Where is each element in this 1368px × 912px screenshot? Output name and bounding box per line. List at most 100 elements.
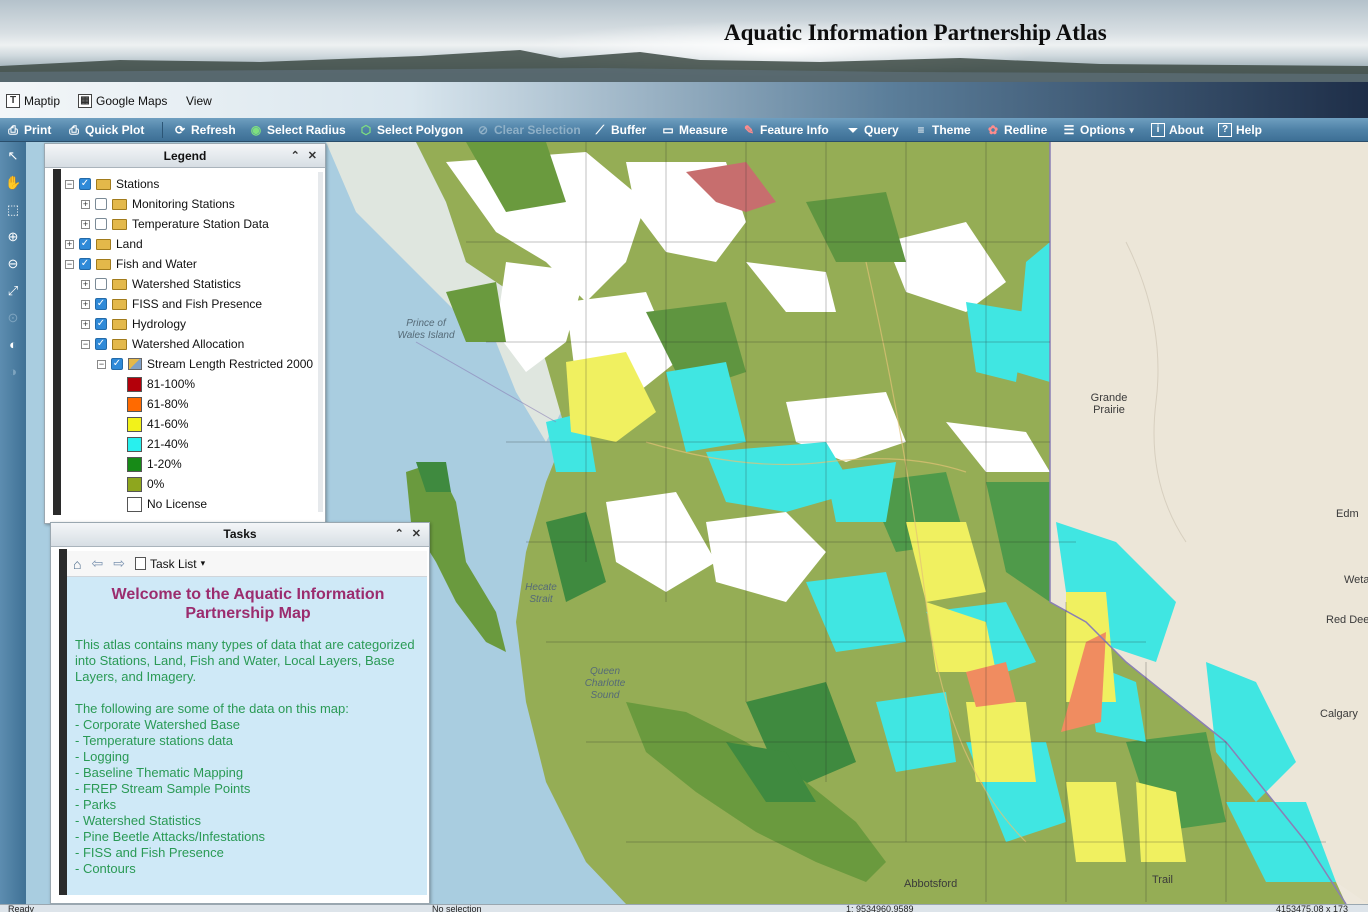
back-arrow-icon[interactable]: ⇦ [91, 555, 103, 572]
menu-view[interactable]: View [186, 91, 212, 111]
collapse-icon[interactable]: ⌃ [291, 144, 300, 168]
legend-label-monitoring-stations: Monitoring Stations [132, 197, 235, 211]
about-label: About [1169, 123, 1204, 137]
menubar: T Maptip ▦ Google Maps View [0, 82, 1368, 118]
buffer-button[interactable]: ⟋ Buffer [593, 121, 647, 139]
checkbox-fish-and-water[interactable]: ✓ [79, 258, 91, 270]
full-extent-icon[interactable]: ⤢ [5, 283, 21, 299]
redline-button[interactable]: ✿ Redline [986, 121, 1047, 139]
collapse-node-icon[interactable]: − [65, 179, 74, 189]
tasks-header[interactable]: Tasks ⌃ ✕ [51, 523, 429, 547]
pointer-tool-icon[interactable]: ↖ [5, 148, 21, 164]
collapse-node-icon[interactable]: − [65, 259, 74, 269]
checkbox-hydrology[interactable]: ✓ [95, 318, 107, 330]
legend-row-land[interactable]: + ✓ Land [65, 234, 143, 254]
select-radius-button[interactable]: ◉ Select Radius [249, 121, 346, 139]
redline-label: Redline [1004, 123, 1048, 137]
folder-open-icon [96, 178, 111, 190]
legend-row-watershed-allocation[interactable]: − ✓ Watershed Allocation [81, 334, 244, 354]
status-left: Ready [8, 904, 35, 912]
redline-icon: ✿ [987, 123, 999, 137]
legend-class-0: 0% [127, 474, 164, 494]
buffer-icon: ⟋ [595, 123, 605, 137]
checkbox-stream-length[interactable]: ✓ [111, 358, 123, 370]
collapse-icon[interactable]: ⌃ [395, 523, 404, 545]
legend-label-stations: Stations [116, 177, 160, 191]
checkbox-stations[interactable]: ✓ [79, 178, 91, 190]
checkbox-monitoring-stations[interactable] [95, 198, 107, 210]
legend-row-temperature-station-data[interactable]: + Temperature Station Data [81, 214, 269, 234]
legend-left-bar [53, 169, 61, 515]
collapse-node-icon[interactable]: − [81, 339, 90, 349]
zoom-box-tool-icon[interactable]: ⬚ [5, 202, 21, 218]
list-item: - FREP Stream Sample Points [75, 781, 251, 796]
menu-google-maps[interactable]: ▦ Google Maps [78, 91, 167, 111]
print-button[interactable]: ⎙ Print [6, 121, 51, 139]
menu-maptip-label: Maptip [24, 94, 61, 108]
checkbox-fiss[interactable]: ✓ [95, 298, 107, 310]
legend-class-label: 41-60% [147, 417, 189, 431]
zoom-next-icon[interactable]: ◑ [5, 364, 21, 380]
checkbox-temperature-station-data[interactable] [95, 218, 107, 230]
expand-node-icon[interactable]: + [65, 239, 74, 249]
zoom-previous-icon[interactable]: ◐ [5, 337, 21, 353]
refresh-button[interactable]: ⟳ Refresh [173, 121, 236, 139]
legend-row-hydrology[interactable]: + ✓ Hydrology [81, 314, 186, 334]
select-polygon-button[interactable]: ⬡ Select Polygon [359, 121, 463, 139]
close-icon[interactable]: ✕ [308, 144, 317, 168]
status-coords: 4153475.08 x 173 [1276, 904, 1349, 912]
legend-scrollbar[interactable] [318, 172, 323, 512]
measure-button[interactable]: ▭ Measure [661, 121, 727, 139]
options-icon: ☰ [1063, 123, 1075, 137]
chevron-down-icon: ▾ [1129, 124, 1134, 135]
theme-button[interactable]: ≡ Theme [914, 121, 971, 139]
legend-row-watershed-statistics[interactable]: + Watershed Statistics [81, 274, 241, 294]
legend-row-fiss[interactable]: + ✓ FISS and Fish Presence [81, 294, 262, 314]
legend-class-label: 21-40% [147, 437, 189, 451]
collapse-node-icon[interactable]: − [97, 359, 106, 369]
checkbox-watershed-statistics[interactable] [95, 278, 107, 290]
options-button[interactable]: ☰ Options ▾ [1062, 121, 1134, 139]
expand-node-icon[interactable]: + [81, 299, 90, 309]
task-list-dropdown[interactable]: Task List ▾ [134, 556, 205, 571]
legend-class-81-100: 81-100% [127, 374, 195, 394]
checkbox-watershed-allocation[interactable]: ✓ [95, 338, 107, 350]
menu-maptip[interactable]: T Maptip [6, 91, 60, 111]
expand-node-icon[interactable]: + [81, 319, 90, 329]
task-list-icon [134, 557, 146, 570]
expand-node-icon[interactable]: + [81, 279, 90, 289]
zoom-in-icon[interactable]: ⊕ [5, 229, 21, 245]
legend-label-watershed-allocation: Watershed Allocation [132, 337, 245, 351]
checkbox-land[interactable]: ✓ [79, 238, 91, 250]
expand-node-icon[interactable]: + [81, 219, 90, 229]
feature-info-button[interactable]: ✎ Feature Info [742, 121, 829, 139]
folder-icon [112, 278, 127, 290]
expand-node-icon[interactable]: + [81, 199, 90, 209]
clear-selection-icon: ⊘ [477, 123, 489, 137]
maptip-icon: T [6, 94, 20, 108]
theme-label: Theme [932, 123, 971, 137]
zoom-selection-icon[interactable]: ⊙ [5, 310, 21, 326]
folder-icon [112, 218, 127, 230]
quick-plot-button[interactable]: ⎙ Quick Plot [67, 121, 144, 139]
map-label-queen-charlotte-sound: Queen Charlotte Sound [584, 666, 626, 701]
forward-arrow-icon[interactable]: ⇨ [113, 555, 125, 572]
legend-row-stream-length[interactable]: − ✓ Stream Length Restricted 2000 [97, 354, 313, 374]
status-bar: Ready No selection 1: 9534960.9589 41534… [0, 904, 1368, 912]
help-icon: ? [1218, 123, 1232, 137]
status-scale[interactable]: 1: 9534960.9589 [846, 905, 914, 912]
clear-selection-button[interactable]: ⊘ Clear Selection [476, 121, 581, 139]
legend-header[interactable]: Legend ⌃ ✕ [45, 144, 325, 168]
about-button[interactable]: i About [1151, 121, 1204, 139]
legend-row-stations[interactable]: − ✓ Stations [65, 174, 159, 194]
query-button[interactable]: ⏷ Query [846, 121, 899, 139]
swatch-no-license [127, 496, 142, 512]
legend-row-monitoring-stations[interactable]: + Monitoring Stations [81, 194, 235, 214]
help-button[interactable]: ? Help [1218, 121, 1262, 139]
home-icon[interactable]: ⌂ [73, 556, 81, 572]
zoom-out-icon[interactable]: ⊖ [5, 256, 21, 272]
pan-tool-icon[interactable]: ✋ [5, 175, 21, 191]
legend-row-fish-and-water[interactable]: − ✓ Fish and Water [65, 254, 197, 274]
close-icon[interactable]: ✕ [412, 523, 421, 545]
task-list-label: Task List [149, 556, 197, 571]
